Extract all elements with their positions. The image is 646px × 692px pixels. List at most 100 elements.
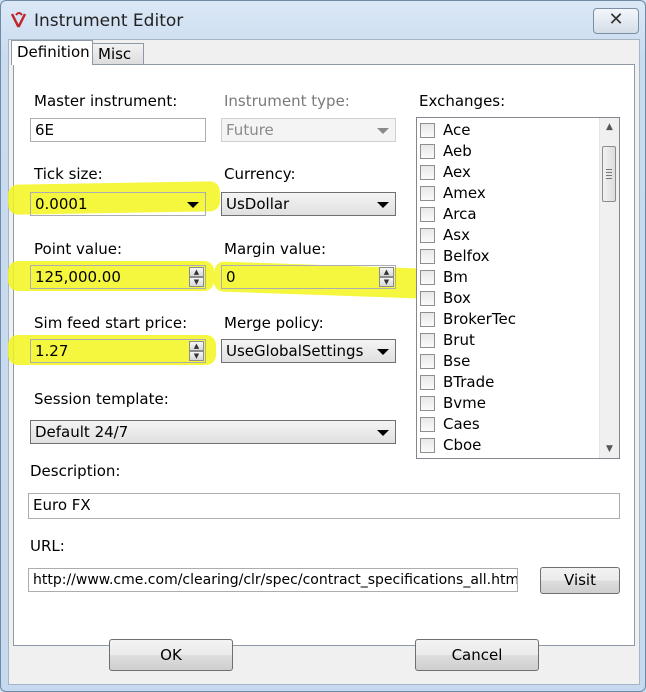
description-value: Euro FX	[33, 496, 91, 514]
spin-arrows-icon[interactable]: ▲ ▼	[189, 267, 204, 287]
checkbox[interactable]	[420, 396, 435, 411]
exchange-item-label: Amex	[443, 184, 486, 202]
exchange-item[interactable]: Arca	[420, 205, 596, 226]
merge-policy-dropdown[interactable]: UseGlobalSettings	[221, 339, 396, 363]
exchanges-label: Exchanges:	[419, 92, 506, 110]
merge-policy-label: Merge policy:	[224, 314, 324, 332]
chevron-down-icon	[377, 430, 389, 436]
spin-arrows-icon[interactable]: ▲ ▼	[189, 341, 204, 361]
master-instrument-value: 6E	[35, 121, 55, 139]
description-label: Description:	[30, 462, 121, 480]
exchange-item-label: Arca	[443, 205, 477, 223]
exchange-item-label: BTrade	[443, 373, 495, 391]
title-bar[interactable]: Instrument Editor ✕	[1, 1, 645, 39]
close-icon: ✕	[608, 9, 624, 30]
checkbox[interactable]	[420, 249, 435, 264]
description-input[interactable]: Euro FX	[28, 493, 620, 519]
scroll-thumb[interactable]	[602, 146, 616, 202]
checkbox[interactable]	[420, 228, 435, 243]
checkbox[interactable]	[420, 312, 435, 327]
point-value-value: 125,000.00	[35, 268, 121, 286]
exchange-item-label: Ace	[443, 121, 471, 139]
instrument-type-value: Future	[226, 121, 274, 139]
checkbox[interactable]	[420, 291, 435, 306]
cancel-button[interactable]: Cancel	[415, 639, 539, 671]
exchange-item[interactable]: Caes	[420, 415, 596, 436]
exchange-item-label: BrokerTec	[443, 310, 516, 328]
checkbox[interactable]	[420, 375, 435, 390]
exchange-item[interactable]: Belfox	[420, 247, 596, 268]
checkbox[interactable]	[420, 186, 435, 201]
exchange-item-label: Aex	[443, 163, 471, 181]
scroll-down-icon[interactable]: ▼	[600, 440, 619, 458]
url-input[interactable]: http://www.cme.com/clearing/clr/spec/con…	[28, 568, 518, 592]
exchange-item[interactable]: Bm	[420, 268, 596, 289]
url-value: http://www.cme.com/clearing/clr/spec/con…	[33, 572, 518, 588]
chevron-down-icon	[377, 349, 389, 355]
exchange-item-label: Brut	[443, 331, 475, 349]
sim-feed-start-price-label: Sim feed start price:	[34, 314, 188, 332]
sim-feed-start-price-input[interactable]: 1.27 ▲ ▼	[30, 339, 206, 363]
checkbox[interactable]	[420, 144, 435, 159]
exchange-item[interactable]: Aeb	[420, 142, 596, 163]
tab-definition[interactable]: Definition	[11, 40, 93, 65]
exchange-item-label: Caes	[443, 415, 480, 433]
exchange-item[interactable]: Asx	[420, 226, 596, 247]
spin-arrows-icon[interactable]: ▲ ▼	[379, 267, 394, 287]
exchange-item[interactable]: Brut	[420, 331, 596, 352]
point-value-input[interactable]: 125,000.00 ▲ ▼	[30, 265, 206, 289]
exchanges-scrollbar[interactable]: ▲ ▼	[599, 118, 619, 458]
checkbox[interactable]	[420, 333, 435, 348]
dialog-client-area: Misc Definition Master instrument: 6E Ti…	[7, 39, 640, 685]
checkbox[interactable]	[420, 165, 435, 180]
instrument-type-label: Instrument type:	[224, 92, 350, 110]
instrument-editor-window: Instrument Editor ✕ Misc Definition Mast…	[0, 0, 646, 692]
tick-size-value: 0.0001	[35, 195, 88, 213]
tab-misc[interactable]: Misc	[92, 43, 144, 65]
exchange-item[interactable]: Cboe	[420, 436, 596, 457]
exchange-item[interactable]: Aex	[420, 163, 596, 184]
exchanges-listbox[interactable]: Ace Aeb Aex Amex Arca Asx Belfox Bm Box BrokerTec…	[416, 117, 620, 459]
margin-value-label: Margin value:	[224, 240, 327, 258]
currency-dropdown[interactable]: UsDollar	[221, 192, 396, 216]
url-label: URL:	[30, 537, 65, 555]
checkbox[interactable]	[420, 270, 435, 285]
exchange-item[interactable]: Amex	[420, 184, 596, 205]
chevron-down-icon	[377, 128, 389, 134]
margin-value-input[interactable]: 0 ▲ ▼	[221, 265, 396, 289]
exchange-item[interactable]: Box	[420, 289, 596, 310]
chevron-down-icon	[377, 202, 389, 208]
exchange-item-label: Bse	[443, 352, 471, 370]
visit-button[interactable]: Visit	[540, 567, 620, 594]
exchange-item[interactable]: Ace	[420, 121, 596, 142]
exchange-item-label: Aeb	[443, 142, 472, 160]
exchange-item-label: Asx	[443, 226, 470, 244]
checkbox[interactable]	[420, 123, 435, 138]
exchange-item[interactable]: Bvme	[420, 394, 596, 415]
definition-panel: Master instrument: 6E Tick size: 0.0001 …	[7, 64, 635, 646]
session-template-dropdown[interactable]: Default 24/7	[30, 420, 396, 444]
merge-policy-value: UseGlobalSettings	[226, 342, 364, 360]
sim-feed-start-price-value: 1.27	[35, 342, 69, 360]
checkbox[interactable]	[420, 207, 435, 222]
currency-value: UsDollar	[226, 195, 290, 213]
margin-value-value: 0	[226, 268, 236, 286]
exchange-item[interactable]: BTrade	[420, 373, 596, 394]
exchange-item[interactable]: Bse	[420, 352, 596, 373]
ok-button[interactable]: OK	[109, 639, 233, 671]
checkbox[interactable]	[420, 354, 435, 369]
checkbox[interactable]	[420, 417, 435, 432]
close-button[interactable]: ✕	[593, 8, 639, 34]
master-instrument-input[interactable]: 6E	[30, 118, 206, 142]
window-title: Instrument Editor	[34, 11, 184, 31]
session-template-value: Default 24/7	[35, 423, 129, 441]
checkbox[interactable]	[420, 438, 435, 453]
exchange-item-label: Bvme	[443, 394, 487, 412]
currency-label: Currency:	[224, 165, 296, 183]
tick-size-dropdown[interactable]: 0.0001	[30, 192, 206, 216]
scroll-up-icon[interactable]: ▲	[600, 118, 619, 136]
app-logo-icon	[10, 12, 27, 28]
exchange-item[interactable]: BrokerTec	[420, 310, 596, 331]
exchange-item-label: Belfox	[443, 247, 490, 265]
exchange-item-label: Cboe	[443, 436, 482, 454]
